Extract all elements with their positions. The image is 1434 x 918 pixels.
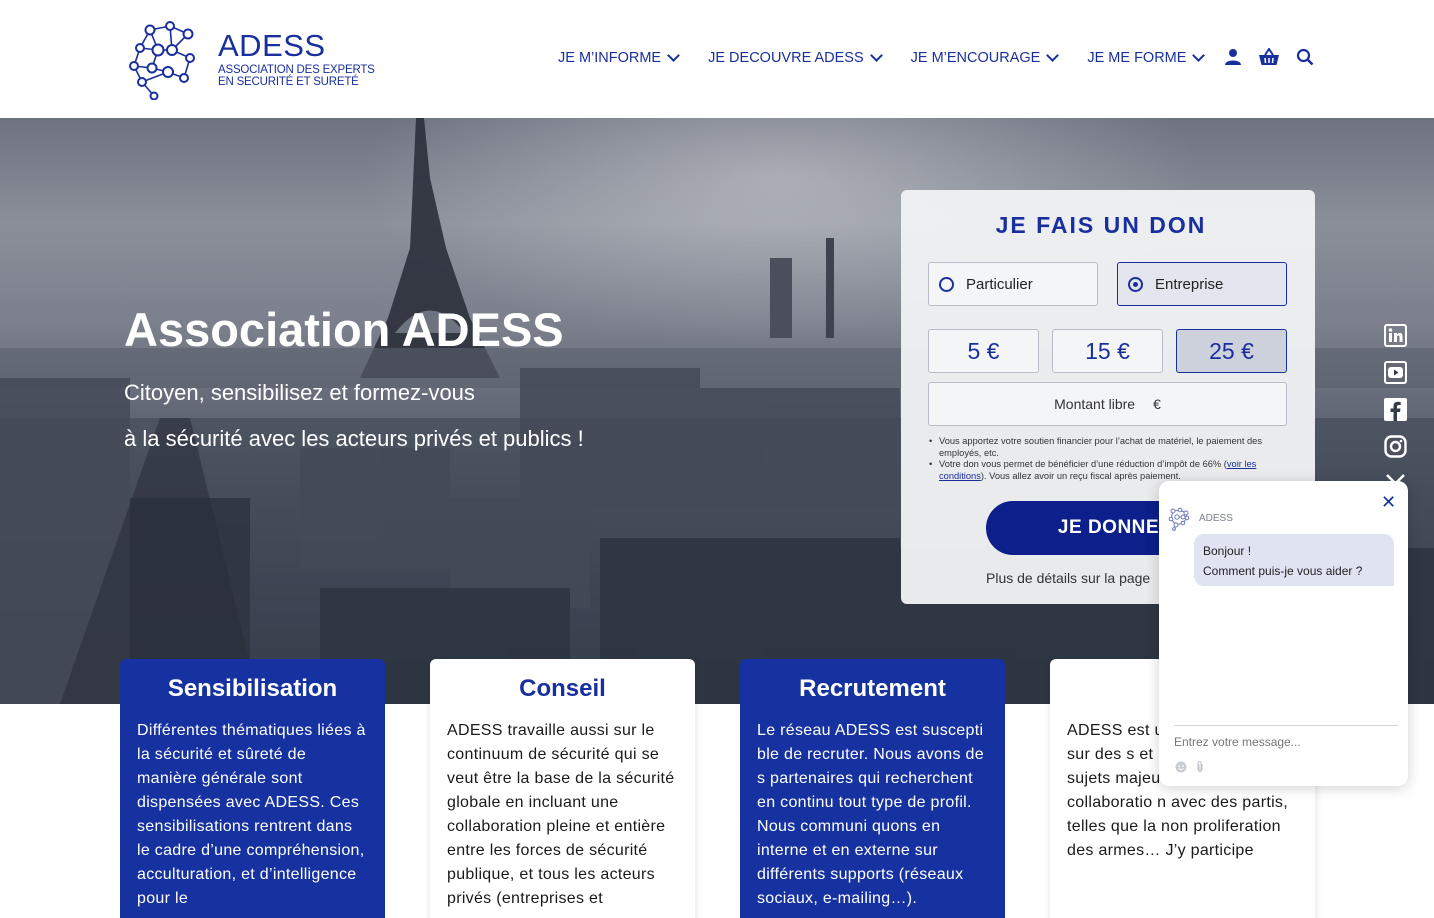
free-amount-label: Montant libre (1054, 396, 1136, 412)
amount-15-button[interactable]: 15 € (1052, 329, 1163, 373)
card-title: Conseil (519, 675, 606, 702)
radio-selected-icon (1128, 276, 1143, 292)
card-sensibilisation[interactable]: Sensibilisation Différentes thématiques … (120, 659, 385, 918)
nav-item-je-decouvre-adess[interactable]: JE DECOUVRE ADESS (708, 49, 883, 66)
logo-subtitle-line1: ASSOCIATION DES EXPERTS (218, 64, 375, 76)
emoji-icon[interactable] (1175, 760, 1187, 778)
card-conseil[interactable]: Conseil ADESS travaille aussi sur le con… (430, 659, 695, 918)
donation-details-link[interactable]: Plus de détails sur la page (986, 570, 1150, 586)
header-icons (1224, 47, 1314, 71)
network-logo-icon (129, 21, 195, 100)
chat-message: Bonjour ! Comment puis-je vous aider ? (1194, 534, 1394, 586)
nav-item-je-mencourage[interactable]: JE M’ENCOURAGE (910, 49, 1060, 66)
chevron-down-icon (667, 49, 680, 62)
free-amount-currency: € (1153, 396, 1161, 412)
social-links (1384, 324, 1407, 495)
chat-message-input[interactable] (1174, 735, 1398, 749)
search-icon[interactable] (1296, 48, 1314, 71)
radio-circle-icon (939, 276, 954, 292)
chevron-down-icon (1192, 49, 1206, 62)
chat-widget: ✕ ADESS Bonjour ! Comment puis-je vous a… (1159, 481, 1408, 786)
amount-25-button[interactable]: 25 € (1176, 329, 1287, 373)
donation-title: JE FAIS UN DON (995, 212, 1207, 238)
chat-agent-name: ADESS (1199, 513, 1233, 524)
logo-title: ADESS (218, 28, 326, 63)
nav-item-label: JE M’ENCOURAGE (910, 50, 1041, 66)
card-title: Sensibilisation (167, 675, 338, 702)
donor-type-particulier-radio[interactable]: Particulier (928, 262, 1098, 306)
nav-item-label: JE M’INFORME (558, 50, 662, 66)
amount-5-button[interactable]: 5 € (928, 329, 1039, 373)
hero-title: Association ADESS (124, 303, 564, 356)
chat-message-line1: Bonjour ! (1203, 544, 1252, 558)
user-icon[interactable] (1224, 48, 1242, 71)
donation-notes: Vous apportez votre soutien financier po… (929, 436, 1289, 482)
donation-note: Vous apportez votre soutien financier po… (929, 436, 1289, 459)
logo-subtitle-line2: EN SECURITÉ ET SURETÉ (218, 76, 359, 88)
hero-subtitle-line1: Citoyen, sensibilisez et formez-vous (124, 380, 475, 405)
facebook-icon[interactable] (1384, 398, 1407, 421)
chat-tools (1175, 760, 1205, 778)
nav-item-je-minforme[interactable]: JE M’INFORME (558, 49, 680, 66)
site-header: ADESS ASSOCIATION DES EXPERTS EN SECURIT… (0, 0, 1434, 118)
adess-logo[interactable]: ADESS ASSOCIATION DES EXPERTS EN SECURIT… (128, 20, 388, 100)
logo-subtitle: ASSOCIATION DES EXPERTS EN SECURITÉ ET S… (218, 64, 375, 88)
donation-note: Votre don vous permet de bénéficier d’un… (929, 459, 1289, 482)
nav-item-label: JE ME FORME (1087, 50, 1187, 66)
nav-item-label: JE DECOUVRE ADESS (708, 50, 864, 66)
hero-subtitle-line2: à la sécurité avec les acteurs privés et… (124, 426, 584, 451)
card-text: Le réseau ADESS est suscepti ble de recr… (757, 722, 984, 907)
chevron-down-icon (1046, 49, 1060, 62)
note-text: Votre don vous permet de bénéficier d’un… (939, 459, 1227, 469)
card-text: Différentes thématiques liées à la sécur… (137, 722, 366, 907)
donor-type-entreprise-radio[interactable]: Entreprise (1117, 262, 1287, 306)
chat-avatar-icon (1167, 507, 1193, 536)
main-nav: JE M’INFORME JE DECOUVRE ADESS JE M’ENCO… (558, 49, 1206, 66)
free-amount-input[interactable]: Montant libre € (928, 382, 1287, 426)
chat-divider (1174, 725, 1398, 726)
hero-subtitle: Citoyen, sensibilisez et formez-vous à l… (124, 370, 744, 462)
basket-icon[interactable] (1258, 47, 1280, 71)
note-text: ). Vous allez avoir un reçu fiscal après… (980, 470, 1181, 481)
chat-message-line2: Comment puis-je vous aider ? (1203, 564, 1363, 578)
radio-label: Particulier (966, 275, 1033, 293)
youtube-icon[interactable] (1384, 361, 1407, 384)
radio-label: Entreprise (1155, 275, 1224, 293)
attachment-icon[interactable] (1195, 760, 1205, 778)
card-recrutement[interactable]: Recrutement Le réseau ADESS est suscepti… (740, 659, 1005, 918)
chevron-down-icon (869, 49, 883, 62)
card-text: ADESS travaille aussi sur le continuum d… (447, 722, 675, 907)
close-icon[interactable]: ✕ (1381, 493, 1396, 511)
instagram-icon[interactable] (1384, 435, 1407, 458)
card-title: Recrutement (799, 675, 946, 702)
nav-item-je-me-forme[interactable]: JE ME FORME (1087, 49, 1206, 66)
linkedin-icon[interactable] (1384, 324, 1407, 347)
